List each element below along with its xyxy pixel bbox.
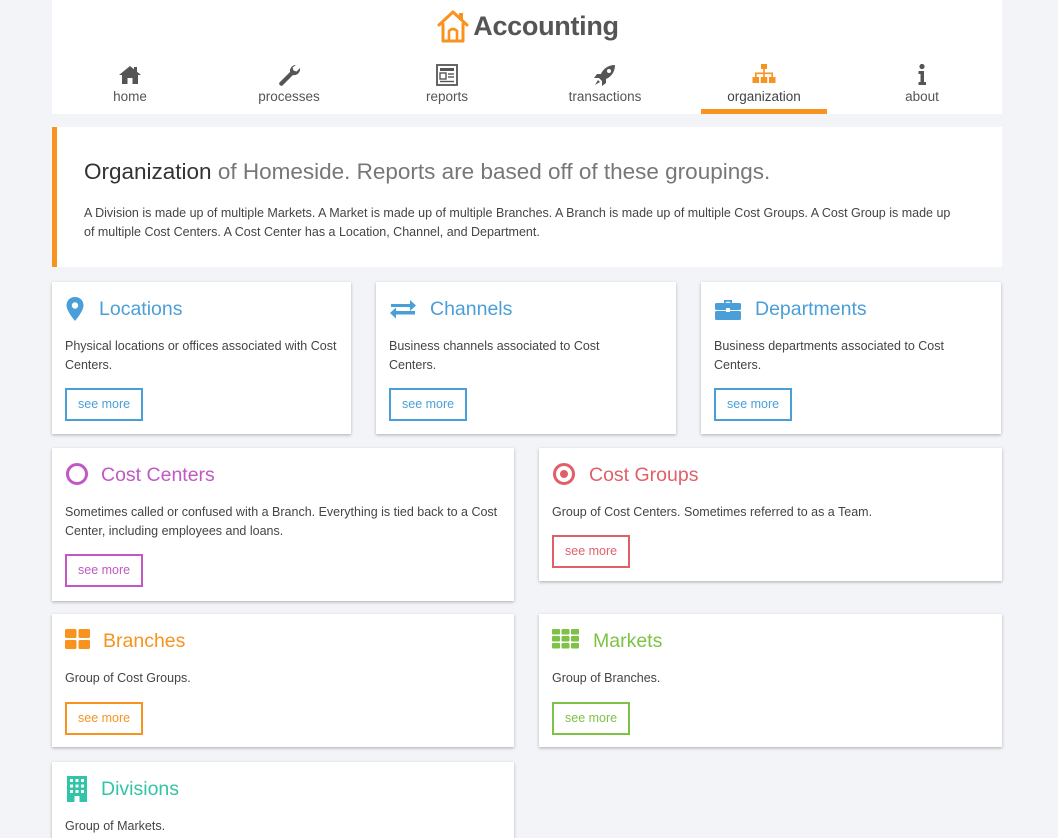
card-title: Cost Groups <box>589 463 699 486</box>
see-more-button[interactable]: see more <box>714 388 793 421</box>
card-cost-groups: Cost Groups Group of Cost Centers. Somet… <box>539 448 1002 581</box>
card-title: Departments <box>755 297 867 320</box>
brand[interactable]: Accounting <box>52 6 1002 46</box>
app-title: Accounting <box>473 10 619 41</box>
card-header: Locations <box>65 294 182 324</box>
nav-processes[interactable]: processes <box>226 58 352 114</box>
card-header: Branches <box>65 626 185 656</box>
card-description: Group of Cost Groups. <box>65 671 191 685</box>
see-more-button[interactable]: see more <box>65 702 144 735</box>
nav-transactions[interactable]: transactions <box>542 58 668 114</box>
card-description: Sometimes called or confused with a Bran… <box>65 505 498 538</box>
card-header: Cost Groups <box>552 460 698 490</box>
see-more-button[interactable]: see more <box>65 388 144 421</box>
page-title-strong: Organization <box>84 159 212 184</box>
nav-label: processes <box>258 89 320 104</box>
grid-small-icon <box>552 629 579 649</box>
card-branches: Branches Group of Cost Groups. see more <box>52 614 514 747</box>
nav-reports[interactable]: reports <box>384 58 510 114</box>
card-description: Group of Branches. <box>552 671 661 685</box>
newspaper-report-icon <box>436 64 458 86</box>
card-description: Group of Cost Centers. Sometimes referre… <box>552 505 873 519</box>
card-title: Markets <box>593 629 663 652</box>
card-title: Branches <box>103 629 186 652</box>
page-description: A Division is made up of multiple Market… <box>84 206 951 239</box>
card-header: Divisions <box>65 774 179 804</box>
nav-label: transactions <box>568 89 642 104</box>
circle-outline-icon <box>66 463 88 485</box>
main-nav: home processes reports transactions orga… <box>52 58 1002 114</box>
briefcase-icon <box>715 300 741 320</box>
target-icon <box>553 463 575 485</box>
card-cost-centers: Cost Centers Sometimes called or confuse… <box>52 448 514 601</box>
see-more-button[interactable]: see more <box>552 702 631 735</box>
card-locations: Locations Physical locations or offices … <box>52 282 351 434</box>
card-title: Locations <box>99 297 183 320</box>
page-title-rest: of Homeside. Reports are based off of th… <box>211 159 771 184</box>
wrench-icon <box>279 64 301 86</box>
nav-label: home <box>113 89 147 104</box>
card-description: Business channels associated to Cost Cen… <box>389 339 600 372</box>
rocket-icon <box>594 65 615 86</box>
top-header: Accounting home processes reports transa… <box>52 0 1002 114</box>
card-title: Channels <box>430 297 513 320</box>
card-header: Markets <box>552 626 662 656</box>
nav-home[interactable]: home <box>67 58 193 114</box>
see-more-button[interactable]: see more <box>552 535 631 568</box>
card-divisions: Divisions Group of Markets. <box>52 762 514 838</box>
nav-organization[interactable]: organization <box>701 58 827 114</box>
card-header: Departments <box>714 294 867 324</box>
home-icon <box>119 66 141 84</box>
card-description: Business departments associated to Cost … <box>714 339 944 372</box>
card-departments: Departments Business departments associa… <box>701 282 1001 434</box>
intro-panel: Organization of Homeside. Reports are ba… <box>52 127 1002 267</box>
card-title: Cost Centers <box>101 463 215 486</box>
see-more-button[interactable]: see more <box>389 388 468 421</box>
active-tab-indicator <box>701 109 827 114</box>
card-description: Physical locations or offices associated… <box>65 339 337 372</box>
card-channels: Channels Business channels associated to… <box>376 282 676 434</box>
card-markets: Markets Group of Branches. see more <box>539 614 1002 747</box>
card-header: Cost Centers <box>65 460 215 490</box>
nav-label: reports <box>425 89 469 104</box>
card-title: Divisions <box>101 777 180 800</box>
nav-label: organization <box>727 89 801 104</box>
page-title: Organization of Homeside. Reports are ba… <box>84 159 770 185</box>
info-icon <box>918 63 926 85</box>
card-header: Channels <box>389 294 512 324</box>
exchange-arrows-icon <box>390 300 416 319</box>
see-more-button[interactable]: see more <box>65 554 144 587</box>
card-description: Group of Markets. <box>65 819 166 833</box>
sitemap-icon <box>752 64 776 83</box>
grid-large-icon <box>65 629 90 649</box>
building-icon <box>67 776 87 802</box>
nav-about[interactable]: about <box>859 58 985 114</box>
house-logo-icon <box>437 10 469 43</box>
map-marker-icon <box>66 297 84 321</box>
nav-label: about <box>905 89 939 104</box>
